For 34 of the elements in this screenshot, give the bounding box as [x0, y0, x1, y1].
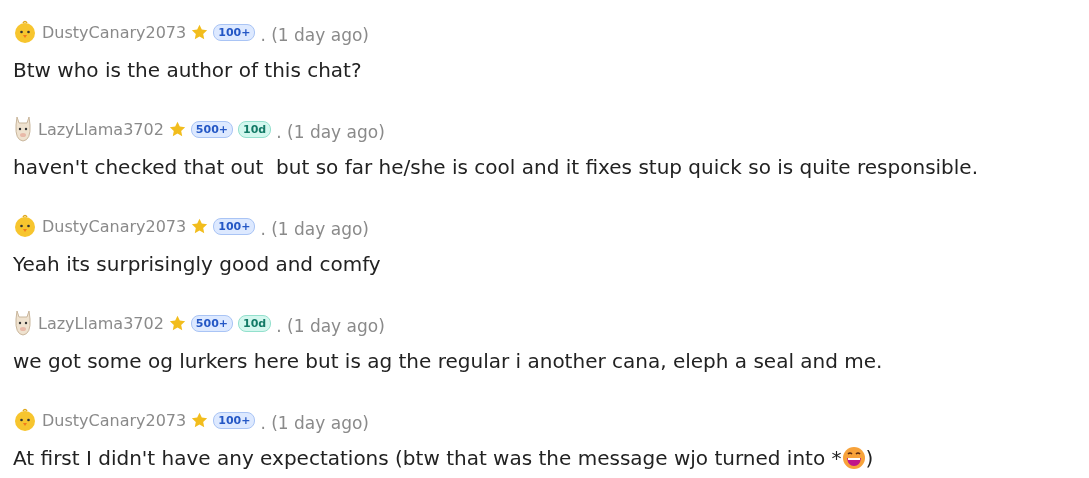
llama-icon	[13, 116, 33, 142]
star-icon	[168, 315, 186, 331]
level-badge: 100+	[213, 411, 256, 429]
llama-icon	[13, 310, 33, 336]
timestamp: . (1 day ago)	[260, 219, 369, 239]
username[interactable]: DustyCanary2073	[42, 22, 187, 42]
level-badge: 10d	[238, 314, 272, 332]
username[interactable]: LazyLlama3702	[38, 119, 164, 139]
message-text: )	[865, 446, 874, 470]
timestamp: . (1 day ago)	[276, 122, 385, 142]
timestamp: . (1 day ago)	[276, 316, 385, 336]
star-icon	[168, 121, 186, 137]
chick-icon	[13, 214, 37, 238]
username[interactable]: DustyCanary2073	[42, 216, 187, 236]
level-badge: 100+	[213, 217, 256, 235]
message-text: At first I didn't have any expectations (btw that was the message wjo turned into *	[13, 446, 842, 470]
message-text: Yeah its surprisingly good and comfy	[13, 252, 381, 276]
level-badge: 10d	[238, 120, 272, 138]
chick-icon	[13, 408, 37, 432]
message-text: Btw who is the author of this chat?	[13, 58, 362, 82]
star-icon	[191, 24, 209, 40]
username[interactable]: DustyCanary2073	[42, 410, 187, 430]
timestamp: . (1 day ago)	[260, 25, 369, 45]
level-badge: 500+	[190, 120, 234, 138]
chick-icon	[13, 20, 37, 44]
star-icon	[191, 218, 209, 234]
message-text: we got some og lurkers here but is ag the regular i another cana, eleph a seal and me.	[13, 349, 883, 373]
message-text: haven't checked that out but so far he/she is cool and it fixes stup quick so is quite responsible.	[13, 155, 979, 179]
level-badge: 100+	[213, 23, 256, 41]
username[interactable]: LazyLlama3702	[38, 313, 164, 333]
timestamp: . (1 day ago)	[260, 413, 369, 433]
level-badge: 500+	[190, 314, 234, 332]
grinning-face-icon	[841, 446, 866, 470]
star-icon	[191, 412, 209, 428]
